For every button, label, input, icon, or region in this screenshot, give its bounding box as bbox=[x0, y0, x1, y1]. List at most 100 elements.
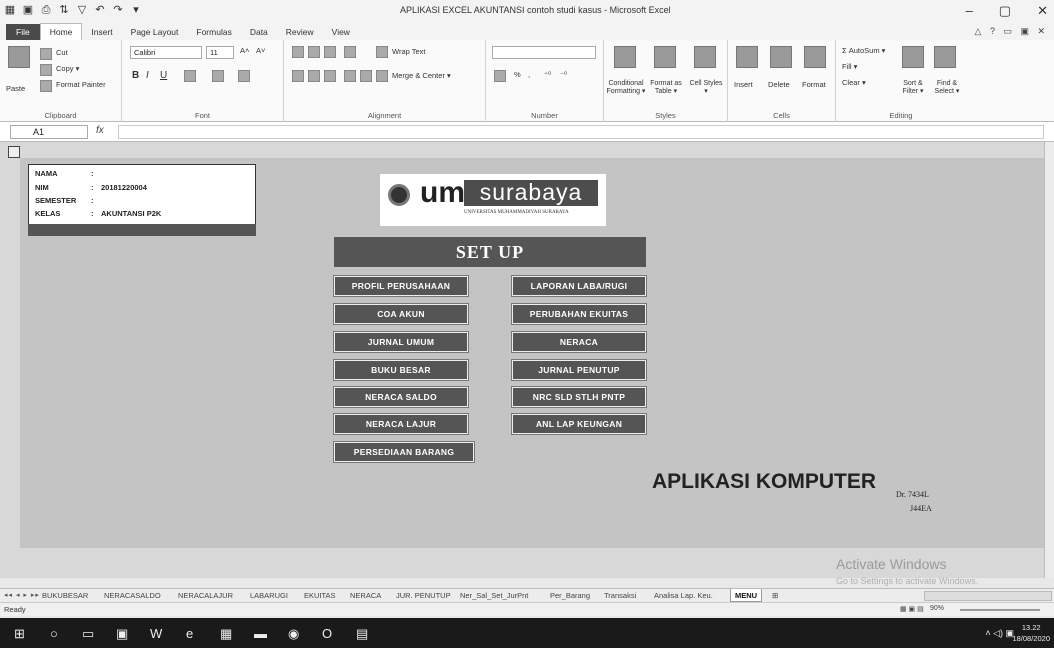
clear-button[interactable]: Clear ▾ bbox=[842, 78, 866, 87]
tab-review[interactable]: Review bbox=[277, 24, 323, 40]
align-right-icon[interactable] bbox=[324, 70, 336, 82]
format-button[interactable]: Format bbox=[802, 80, 826, 89]
sheet-tab-bukubesar[interactable]: BUKUBESAR bbox=[38, 589, 92, 602]
tab-file[interactable]: File bbox=[6, 24, 40, 40]
start-icon[interactable]: ⊞ bbox=[14, 626, 25, 642]
insert-sheet-icon[interactable]: ⊞ bbox=[768, 589, 782, 602]
sort-filter-icon[interactable] bbox=[902, 46, 924, 68]
format-cells-icon[interactable] bbox=[804, 46, 826, 68]
accounting-format-icon[interactable] bbox=[494, 70, 506, 82]
calculator-icon[interactable]: ▤ bbox=[356, 626, 368, 642]
tab-home[interactable]: Home bbox=[39, 23, 83, 40]
excel-app-icon[interactable]: ▦ bbox=[220, 626, 232, 642]
wrap-text-button[interactable]: Wrap Text bbox=[392, 47, 426, 56]
menu-coa-akun-button[interactable]: COA AKUN bbox=[333, 303, 469, 325]
minimize-button[interactable]: – bbox=[966, 3, 973, 19]
sheet-nav-arrows[interactable]: ◂◂ ◂ ▸ ▸▸ bbox=[4, 591, 40, 599]
tab-page-layout[interactable]: Page Layout bbox=[122, 24, 188, 40]
font-name-select[interactable]: Calibri bbox=[130, 46, 202, 59]
tab-formulas[interactable]: Formulas bbox=[187, 24, 240, 40]
menu-nrc-sld-stlh-pntp-button[interactable]: NRC SLD STLH PNTP bbox=[511, 386, 647, 408]
align-middle-icon[interactable] bbox=[308, 46, 320, 58]
menu-neraca-lajur-button[interactable]: NERACA LAJUR bbox=[333, 413, 469, 435]
borders-icon[interactable] bbox=[184, 70, 196, 82]
delete-cells-icon[interactable] bbox=[770, 46, 792, 68]
customize-qat-icon[interactable]: ▾ bbox=[130, 4, 142, 16]
opera-icon[interactable]: O bbox=[322, 626, 332, 641]
menu-anl-lap-keungan-button[interactable]: ANL LAP KEUNGAN bbox=[511, 413, 647, 435]
align-center-icon[interactable] bbox=[308, 70, 320, 82]
sheet-tab-neraca[interactable]: NERACA bbox=[346, 589, 385, 602]
sheet-tab-transaksi[interactable]: Transaksi bbox=[600, 589, 640, 602]
sort-icon[interactable]: ⇅ bbox=[58, 4, 70, 16]
formula-input[interactable] bbox=[118, 125, 1044, 139]
cut-button[interactable]: Cut bbox=[56, 48, 68, 57]
close-button[interactable]: ✕ bbox=[1037, 3, 1048, 19]
sheet-tab-per-barang[interactable]: Per_Barang bbox=[546, 589, 594, 602]
menu-neraca-button[interactable]: NERACA bbox=[511, 331, 647, 353]
cell-styles-icon[interactable] bbox=[694, 46, 716, 68]
decrease-indent-icon[interactable] bbox=[344, 70, 356, 82]
delete-button[interactable]: Delete bbox=[768, 80, 790, 89]
menu-jurnal-penutup-button[interactable]: JURNAL PENUTUP bbox=[511, 359, 647, 381]
redo-icon[interactable]: ↷ bbox=[112, 4, 124, 16]
taskbar-clock[interactable]: 13.22 18/08/2020 bbox=[1012, 622, 1050, 644]
system-tray[interactable]: ˄ ◁) ▣ bbox=[985, 628, 1014, 639]
menu-persediaan-barang-button[interactable]: PERSEDIAAN BARANG bbox=[333, 441, 475, 463]
chrome-icon[interactable]: ◉ bbox=[288, 626, 299, 642]
menu-profil-perusahaan-button[interactable]: PROFIL PERUSAHAAN bbox=[333, 275, 469, 297]
save-icon[interactable]: ▣ bbox=[22, 4, 34, 16]
help-icons[interactable]: △ ? ▭ ▣ ✕ bbox=[975, 26, 1048, 37]
filter-icon[interactable]: ▽ bbox=[76, 4, 88, 16]
task-view-icon[interactable]: ▭ bbox=[82, 626, 94, 642]
print-icon[interactable]: ⎙ bbox=[40, 4, 52, 16]
insert-button[interactable]: Insert bbox=[734, 80, 753, 89]
cell-styles-button[interactable]: Cell Styles ▾ bbox=[688, 80, 724, 95]
font-size-select[interactable]: 11 bbox=[206, 46, 234, 59]
sheet-tab-jur-penutup[interactable]: JUR. PENUTUP bbox=[392, 589, 455, 602]
underline-button[interactable]: U bbox=[160, 70, 167, 81]
paste-button[interactable]: Paste bbox=[6, 84, 25, 93]
format-painter-icon[interactable] bbox=[40, 80, 52, 92]
align-bottom-icon[interactable] bbox=[324, 46, 336, 58]
menu-jurnal-umum-button[interactable]: JURNAL UMUM bbox=[333, 331, 469, 353]
horizontal-scrollbar[interactable] bbox=[924, 591, 1052, 601]
fill-color-icon[interactable] bbox=[212, 70, 224, 82]
paste-icon[interactable] bbox=[8, 46, 30, 68]
menu-buku-besar-button[interactable]: BUKU BESAR bbox=[333, 359, 469, 381]
format-as-table-button[interactable]: Format as Table ▾ bbox=[646, 80, 686, 95]
find-select-button[interactable]: Find & Select ▾ bbox=[930, 80, 964, 95]
autosum-button[interactable]: Σ AutoSum ▾ bbox=[842, 46, 885, 55]
tab-view[interactable]: View bbox=[323, 24, 359, 40]
merge-center-button[interactable]: Merge & Center ▾ bbox=[392, 71, 451, 80]
zoom-level[interactable]: 90% bbox=[930, 605, 944, 612]
conditional-formatting-button[interactable]: Conditional Formatting ▾ bbox=[606, 80, 646, 95]
select-all-corner[interactable] bbox=[8, 146, 20, 158]
file-explorer-icon[interactable]: ▬ bbox=[254, 626, 267, 641]
sheet-tab-neracalajur[interactable]: NERACALAJUR bbox=[174, 589, 237, 602]
copy-icon[interactable] bbox=[40, 64, 52, 76]
sheet-tab-ekuitas[interactable]: EKUITAS bbox=[300, 589, 340, 602]
search-icon[interactable]: ○ bbox=[50, 626, 58, 641]
wrap-text-icon[interactable] bbox=[376, 46, 388, 58]
store-icon[interactable]: ▣ bbox=[116, 626, 128, 642]
conditional-formatting-icon[interactable] bbox=[614, 46, 636, 68]
cut-icon[interactable] bbox=[40, 48, 52, 60]
undo-icon[interactable]: ↶ bbox=[94, 4, 106, 16]
edge-icon[interactable]: e bbox=[186, 626, 193, 641]
sheet-tab-menu[interactable]: MENU bbox=[730, 589, 763, 602]
font-color-icon[interactable] bbox=[238, 70, 250, 82]
copy-button[interactable]: Copy ▾ bbox=[56, 64, 79, 73]
menu-neraca-saldo-button[interactable]: NERACA SALDO bbox=[333, 386, 469, 408]
format-painter-button[interactable]: Format Painter bbox=[56, 80, 106, 89]
align-left-icon[interactable] bbox=[292, 70, 304, 82]
shrink-font-button[interactable]: A˅ bbox=[256, 46, 265, 55]
word-icon[interactable]: W bbox=[150, 626, 162, 641]
format-as-table-icon[interactable] bbox=[654, 46, 676, 68]
sheet-tab-ner-sal-set-jurpnt[interactable]: Ner_Sal_Set_JurPnt bbox=[456, 589, 532, 602]
menu-laporan-laba-rugi-button[interactable]: LAPORAN LABA/RUGI bbox=[511, 275, 647, 297]
zoom-slider[interactable] bbox=[960, 609, 1040, 611]
italic-button[interactable]: I bbox=[146, 70, 149, 81]
increase-decimal-button[interactable]: ⁺⁰ bbox=[544, 70, 551, 79]
fill-button[interactable]: Fill ▾ bbox=[842, 62, 857, 71]
